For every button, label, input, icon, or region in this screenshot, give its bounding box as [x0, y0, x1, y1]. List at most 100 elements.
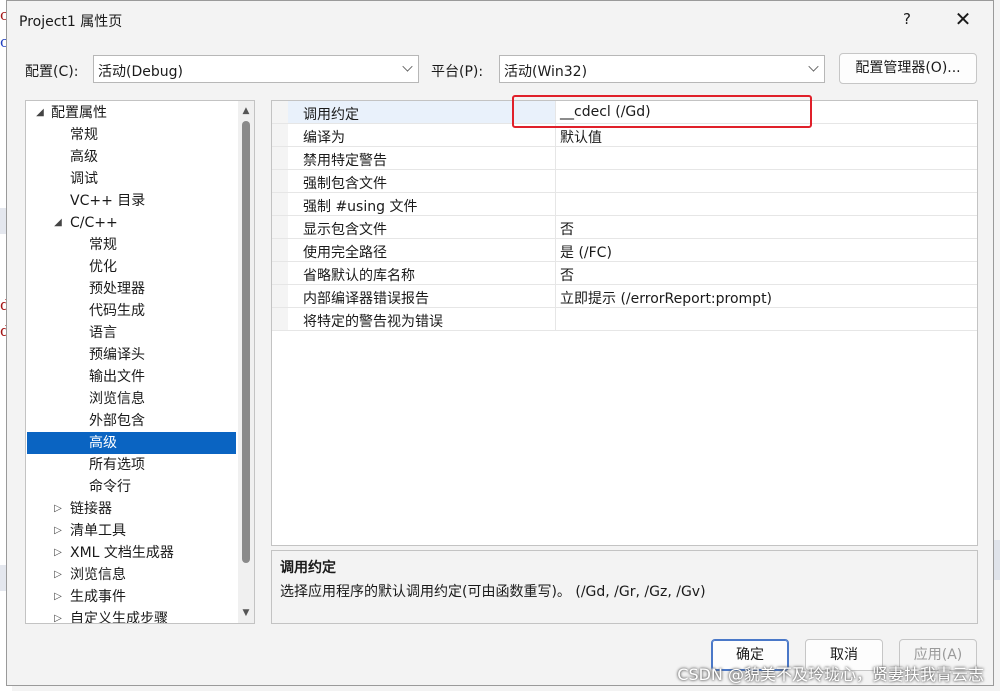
column-separator [555, 308, 556, 330]
tree-item[interactable]: ▷ XML 文档生成器 [27, 542, 236, 564]
platform-select[interactable]: 活动(Win32) [499, 55, 825, 83]
tree-item[interactable]: 预处理器 [27, 278, 236, 300]
config-label: 配置(C): [25, 64, 79, 80]
tree-item[interactable]: 代码生成 [27, 300, 236, 322]
tree-item[interactable]: 常规 [27, 124, 236, 146]
tree-item[interactable]: 所有选项 [27, 454, 236, 476]
row-gutter [272, 101, 288, 123]
description-title: 调用约定 [280, 560, 336, 576]
tree-item-label: 代码生成 [89, 303, 145, 319]
property-value[interactable]: 立即提示 (/errorReport:prompt) [560, 288, 772, 308]
tree-item-label: 自定义生成步骤 [70, 611, 168, 624]
tree-item-label: VC++ 目录 [70, 193, 146, 209]
tree-item-label: 预编译头 [89, 347, 145, 363]
tree-item[interactable]: ▷ 链接器 [27, 498, 236, 520]
property-value[interactable]: 否 [560, 265, 574, 285]
tree-item[interactable]: 输出文件 [27, 366, 236, 388]
description-pane: 调用约定 选择应用程序的默认调用约定(可由函数重写)。 (/Gd, /Gr, /… [271, 550, 978, 624]
row-gutter [272, 262, 288, 284]
tree-item-label: 命令行 [89, 479, 131, 495]
property-name: 省略默认的库名称 [303, 268, 415, 284]
tree-item[interactable]: 调试 [27, 168, 236, 190]
column-separator [555, 147, 556, 169]
tree-item-label: 链接器 [70, 501, 112, 517]
property-row[interactable]: 使用完全路径 是 (/FC) [272, 239, 977, 262]
tree-item[interactable]: ▷ 浏览信息 [27, 564, 236, 586]
tree-item-label: XML 文档生成器 [70, 545, 174, 561]
property-value[interactable]: 默认值 [560, 127, 602, 147]
property-pages-dialog: Project1 属性页 ? ✕ 配置(C): 活动(Debug) 平台(P):… [6, 0, 994, 686]
property-row[interactable]: 强制 #using 文件 [272, 193, 977, 216]
platform-label: 平台(P): [431, 64, 484, 80]
close-icon[interactable]: ✕ [951, 7, 975, 31]
tree-item-label: 高级 [89, 435, 117, 451]
tree-item[interactable]: 外部包含 [27, 410, 236, 432]
property-name: 使用完全路径 [303, 245, 387, 261]
title-bar[interactable]: Project1 属性页 ? ✕ [7, 1, 993, 39]
property-tree[interactable]: ▷ 自定义生成步骤 ▷ 生成事件 ▷ 浏览信息 ▷ XML 文档生成器 ▷ 清单工具 ▷ 链接器 命令行… [25, 100, 255, 624]
property-row[interactable]: 内部编译器错误报告 立即提示 (/errorReport:prompt) [272, 285, 977, 308]
property-row[interactable]: 禁用特定警告 [272, 147, 977, 170]
tree-scrollbar[interactable]: ▲ ▼ [238, 101, 254, 623]
tree-item[interactable]: VC++ 目录 [27, 190, 236, 212]
tree-item[interactable]: 常规 [27, 234, 236, 256]
column-separator [555, 239, 556, 261]
tree-item[interactable]: ◢ C/C++ [27, 212, 236, 234]
row-gutter [272, 308, 288, 330]
expand-arrow-icon[interactable]: ▷ [53, 586, 63, 608]
tree-item-label: 生成事件 [70, 589, 126, 605]
property-name: 调用约定 [303, 107, 359, 123]
tree-item-label: C/C++ [70, 215, 118, 231]
property-name: 强制 #using 文件 [303, 199, 418, 215]
expand-arrow-icon[interactable]: ▷ [53, 564, 63, 586]
property-row[interactable]: 调用约定 __cdecl (/Gd) [272, 101, 977, 124]
tree-item[interactable]: ▷ 清单工具 [27, 520, 236, 542]
property-name: 将特定的警告视为错误 [303, 314, 443, 330]
scrollbar-thumb[interactable] [242, 121, 250, 563]
tree-item[interactable]: 高级 [27, 432, 236, 454]
column-separator [555, 216, 556, 238]
tree-item[interactable]: 语言 [27, 322, 236, 344]
collapse-arrow-icon[interactable]: ◢ [53, 212, 63, 234]
property-row[interactable]: 省略默认的库名称 否 [272, 262, 977, 285]
column-separator [555, 193, 556, 215]
tree-item[interactable]: ▷ 自定义生成步骤 [27, 608, 236, 624]
help-icon[interactable]: ? [895, 7, 919, 31]
tree-item[interactable]: 优化 [27, 256, 236, 278]
tree-item[interactable]: 浏览信息 [27, 388, 236, 410]
property-row[interactable]: 强制包含文件 [272, 170, 977, 193]
tree-item[interactable]: 高级 [27, 146, 236, 168]
expand-arrow-icon[interactable]: ▷ [53, 520, 63, 542]
expand-arrow-icon[interactable]: ▷ [53, 608, 63, 623]
tree-item-label: 输出文件 [89, 369, 145, 385]
property-name: 内部编译器错误报告 [303, 291, 429, 307]
dialog-title: Project1 属性页 [19, 14, 123, 30]
property-value[interactable]: 否 [560, 219, 574, 239]
expand-arrow-icon[interactable]: ▷ [53, 498, 63, 520]
tree-item-label: 清单工具 [70, 523, 126, 539]
tree-item-label: 常规 [70, 127, 98, 143]
scroll-down-icon[interactable]: ▼ [238, 605, 254, 621]
tree-item[interactable]: ▷ 生成事件 [27, 586, 236, 608]
tree-item-label: 浏览信息 [70, 567, 126, 583]
expand-arrow-icon[interactable]: ▷ [53, 542, 63, 564]
chevron-down-icon [808, 61, 819, 72]
property-row[interactable]: 显示包含文件 否 [272, 216, 977, 239]
tree-item[interactable]: 命令行 [27, 476, 236, 498]
property-row[interactable]: 编译为 默认值 [272, 124, 977, 147]
config-manager-button[interactable]: 配置管理器(O)... [839, 53, 977, 84]
tree-item[interactable]: 预编译头 [27, 344, 236, 366]
scroll-up-icon[interactable]: ▲ [238, 103, 254, 119]
tree-item-label: 优化 [89, 259, 117, 275]
row-gutter [272, 147, 288, 169]
tree-item-label: 调试 [70, 171, 98, 187]
property-row[interactable]: 将特定的警告视为错误 [272, 308, 977, 331]
platform-select-value: 活动(Win32) [504, 64, 588, 80]
tree-item-label: 语言 [89, 325, 117, 341]
property-value[interactable]: __cdecl (/Gd) [560, 104, 651, 120]
collapse-arrow-icon[interactable]: ◢ [35, 102, 45, 124]
tree-item[interactable]: ◢ 配置属性 [27, 102, 236, 124]
property-value[interactable]: 是 (/FC) [560, 242, 612, 262]
row-gutter [272, 285, 288, 307]
config-select[interactable]: 活动(Debug) [93, 55, 419, 83]
